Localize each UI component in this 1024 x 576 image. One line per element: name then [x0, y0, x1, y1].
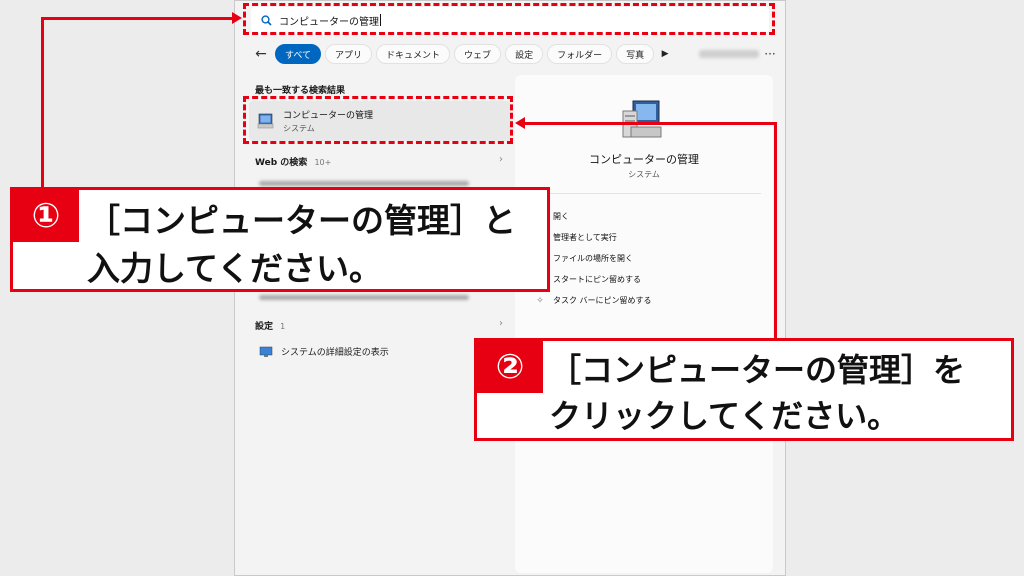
instruction-line1: ［コンピューターの管理］と: [87, 201, 516, 240]
tab-apps[interactable]: アプリ: [325, 44, 373, 64]
step-number-badge: ②: [477, 341, 543, 393]
tab-photos[interactable]: 写真: [616, 44, 655, 64]
instruction-line1: ［コンピューターの管理］を: [549, 351, 966, 389]
step-number-badge: ①: [13, 190, 79, 242]
web-search-label: Web の検索: [255, 158, 308, 168]
instruction-line2: 入力してください。: [87, 249, 383, 288]
settings-label: 設定: [255, 322, 274, 332]
blurred-web-result[interactable]: [259, 295, 469, 300]
instruction-callout-step1: ① ［コンピューターの管理］と 入力してください。: [10, 187, 550, 292]
action-pin-to-start[interactable]: ✧ スタートにピン留めする: [535, 274, 641, 285]
connector-line: [41, 17, 233, 20]
pin-icon: ✧: [536, 295, 544, 306]
tab-folders[interactable]: フォルダー: [547, 44, 613, 64]
action-label: 管理者として実行: [553, 233, 617, 242]
divider: [527, 193, 761, 194]
best-match-header: 最も一致する検索結果: [255, 86, 346, 96]
filter-tabs: ← すべて アプリ ドキュメント ウェブ 設定 フォルダー 写真 ▶ ···: [251, 44, 777, 64]
tab-settings[interactable]: 設定: [505, 44, 544, 64]
computer-management-large-icon: [622, 100, 662, 138]
more-filters-play-icon[interactable]: ▶: [658, 49, 672, 59]
settings-result-item[interactable]: システムの詳細設定の表示: [259, 345, 389, 358]
chevron-right-icon[interactable]: ›: [499, 154, 503, 165]
action-label: スタートにピン留めする: [553, 275, 641, 284]
web-search-header[interactable]: Web の検索 10+: [255, 155, 331, 168]
action-pin-to-taskbar[interactable]: ✧ タスク バーにピン留めする: [535, 295, 652, 306]
blurred-account-name: [699, 50, 759, 58]
settings-count: 1: [280, 322, 286, 331]
detail-title: コンピューターの管理: [589, 153, 699, 166]
settings-result-label: システムの詳細設定の表示: [281, 348, 389, 358]
instruction-callout-step2: ② ［コンピューターの管理］を クリックしてください。: [474, 338, 1014, 441]
tab-all[interactable]: すべて: [275, 44, 322, 64]
tab-web[interactable]: ウェブ: [454, 44, 502, 64]
system-settings-icon: [259, 346, 273, 357]
tab-documents[interactable]: ドキュメント: [376, 44, 451, 64]
instruction-line2: クリックしてください。: [549, 397, 900, 435]
best-match-highlight: [243, 96, 513, 144]
settings-header[interactable]: 設定 1: [255, 319, 285, 332]
action-label: タスク バーにピン留めする: [553, 296, 652, 305]
arrow-left-icon: [515, 117, 525, 129]
action-label: 開く: [553, 212, 569, 221]
detail-subtitle: システム: [628, 170, 660, 179]
connector-line: [774, 122, 777, 342]
connector-line: [525, 122, 777, 125]
ellipsis-icon[interactable]: ···: [763, 47, 777, 61]
chevron-right-icon[interactable]: ›: [499, 318, 503, 329]
web-search-count: 10+: [314, 158, 332, 167]
detail-pane: コンピューターの管理 システム ⧉ 開く ⛉ 管理者として実行 ▭ ファイルの場…: [515, 75, 773, 573]
back-arrow-icon[interactable]: ←: [251, 44, 271, 64]
search-box-highlight: [243, 3, 775, 35]
results-list: 最も一致する検索結果 コンピューターの管理 システム Web の検索 10+ ›…: [235, 73, 513, 573]
action-label: ファイルの場所を開く: [553, 254, 633, 263]
blurred-web-result[interactable]: [259, 181, 469, 186]
arrow-right-icon: [232, 12, 242, 24]
connector-line: [41, 17, 44, 189]
